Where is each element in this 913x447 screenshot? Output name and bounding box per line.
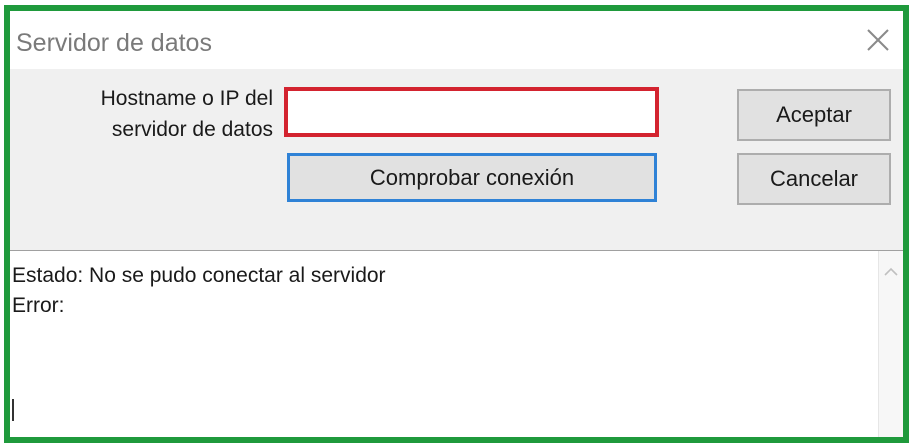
output-scrollbar[interactable] — [878, 251, 903, 437]
window-title: Servidor de datos — [16, 29, 212, 57]
cancel-button[interactable]: Cancelar — [737, 153, 891, 205]
host-label-line2: servidor de datos — [111, 118, 273, 141]
host-label: Hostname o IP del servidor de datos — [38, 83, 273, 145]
status-text: Estado: No se pudo conectar al servidor … — [12, 261, 386, 321]
chevron-up-icon[interactable] — [883, 265, 899, 277]
host-label-line1: Hostname o IP del — [100, 87, 273, 110]
close-icon[interactable] — [863, 25, 893, 55]
host-input-frame — [284, 87, 659, 137]
accept-button[interactable]: Aceptar — [737, 89, 891, 141]
status-output[interactable]: Estado: No se pudo conectar al servidor … — [10, 250, 903, 437]
status-line: Estado: No se pudo conectar al servidor — [12, 264, 386, 287]
text-cursor — [12, 399, 14, 421]
title-bar: Servidor de datos — [10, 11, 903, 69]
error-line: Error: — [12, 294, 65, 317]
dialog-window: Servidor de datos Hostname o IP del serv… — [4, 5, 909, 443]
check-connection-button[interactable]: Comprobar conexión — [287, 153, 657, 202]
host-input[interactable] — [288, 91, 655, 133]
